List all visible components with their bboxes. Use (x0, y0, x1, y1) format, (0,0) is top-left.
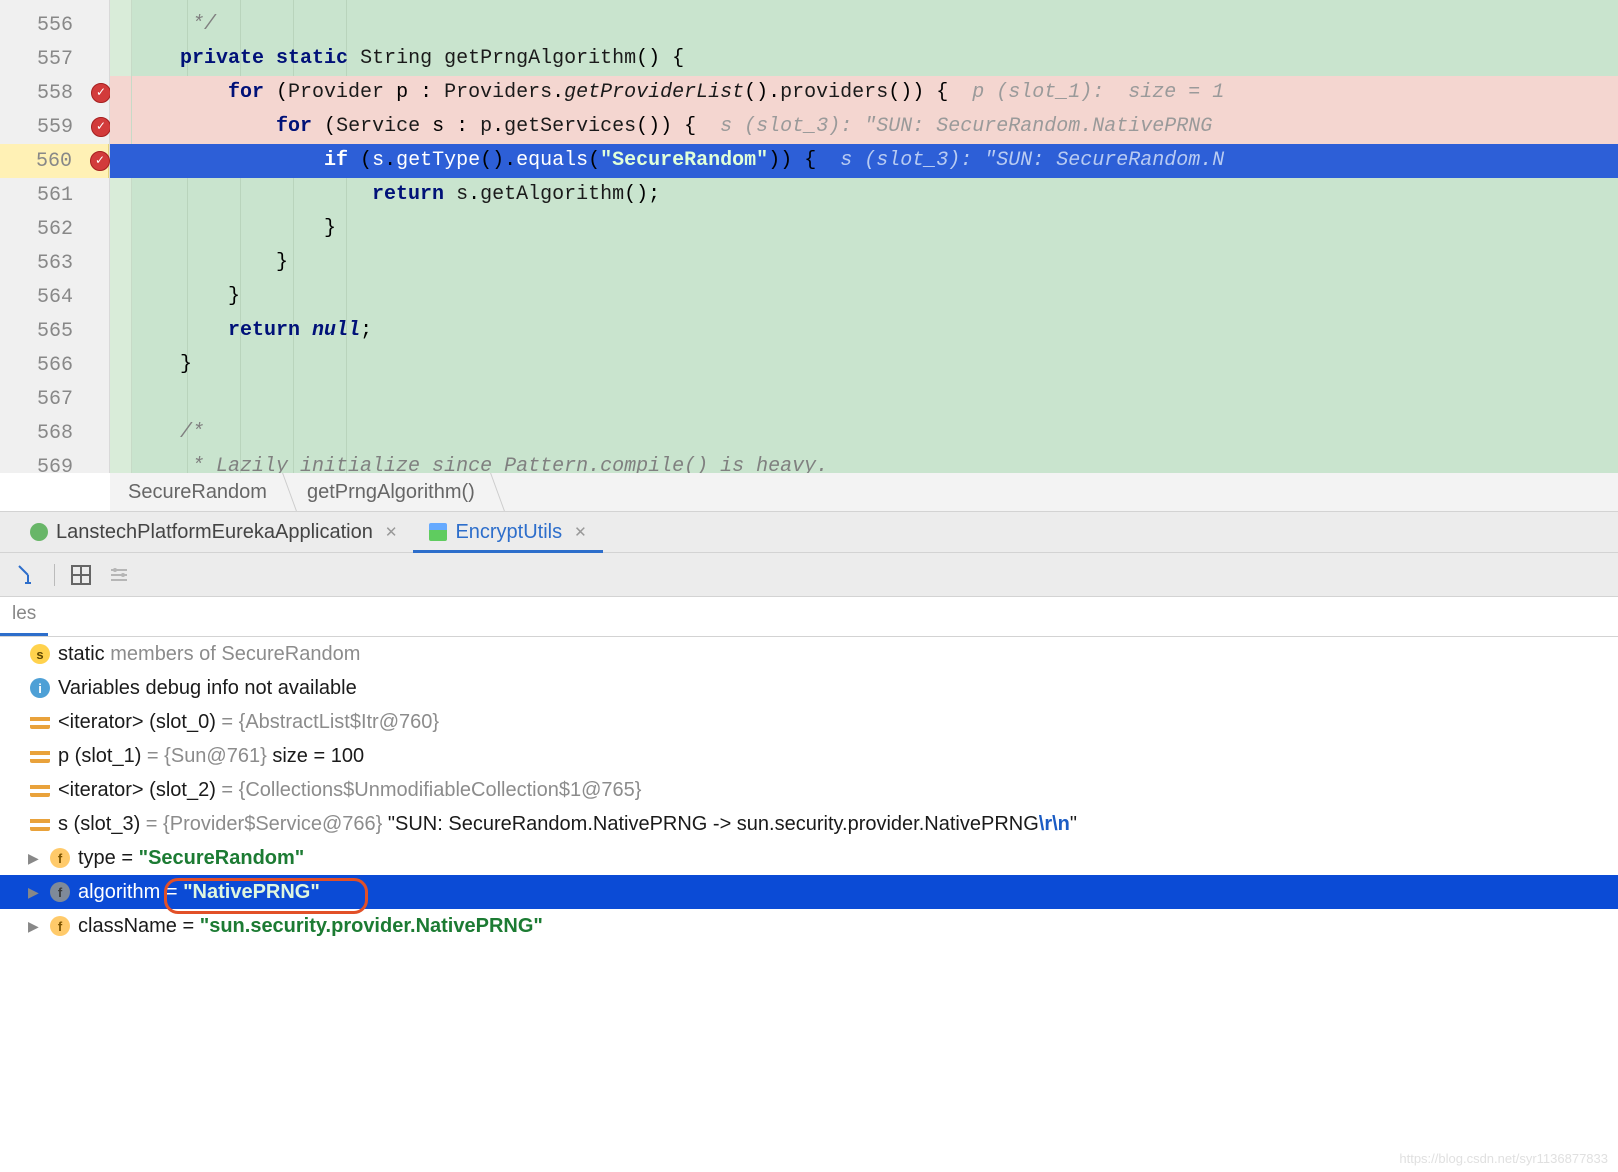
code-line[interactable]: } (132, 348, 1618, 382)
gutter-row[interactable]: 569 (0, 450, 109, 484)
util-icon (429, 523, 447, 541)
breakpoint-icon[interactable] (91, 117, 111, 137)
code-line[interactable]: for (Provider p : Providers.getProviderL… (132, 76, 1618, 110)
collection-icon (30, 715, 50, 729)
tab-variables[interactable]: les (0, 595, 48, 636)
code-editor[interactable]: 5555565575585595605615625635645655665675… (0, 0, 1618, 473)
variables-tabs: les (0, 597, 1618, 637)
code-line[interactable]: return s.getAlgorithm(); (132, 178, 1618, 212)
evaluate-icon[interactable] (16, 563, 40, 587)
variables-panel[interactable]: s static members of SecureRandom i Varia… (0, 637, 1618, 1172)
expand-icon[interactable]: ▶ (28, 884, 42, 901)
expand-icon[interactable]: ▶ (28, 918, 42, 935)
code-line[interactable]: */ (132, 8, 1618, 42)
expand-icon[interactable]: ▶ (28, 850, 42, 867)
var-s[interactable]: s (slot_3) = {Provider$Service@766} "SUN… (0, 807, 1618, 841)
code-line[interactable]: } (132, 246, 1618, 280)
gutter-row[interactable]: 562 (0, 212, 109, 246)
collection-icon (30, 783, 50, 797)
var-classname[interactable]: ▶ f className = "sun.security.provider.N… (0, 909, 1618, 943)
code-line[interactable]: * registered providers supplies a Secure… (132, 0, 1618, 8)
gutter-row[interactable]: 565 (0, 314, 109, 348)
settings-icon[interactable] (107, 563, 131, 587)
close-icon[interactable]: ✕ (385, 523, 398, 541)
gutter-row[interactable]: 558 (0, 76, 109, 110)
var-static[interactable]: s static members of SecureRandom (0, 637, 1618, 671)
gutter-row[interactable]: 557 (0, 42, 109, 76)
close-icon[interactable]: ✕ (574, 523, 587, 541)
tab-label: EncryptUtils (455, 521, 562, 544)
field-icon: f (50, 848, 70, 868)
info-icon: i (30, 678, 50, 698)
var-info: i Variables debug info not available (0, 671, 1618, 705)
collection-icon (30, 817, 50, 831)
gutter-row[interactable]: 555 (0, 0, 109, 8)
gutter-row[interactable]: 556 (0, 8, 109, 42)
watermark: https://blog.csdn.net/syr1136877833 (1399, 1151, 1608, 1166)
breakpoint-icon[interactable] (91, 83, 111, 103)
debug-toolbar (0, 553, 1618, 597)
gutter-row[interactable]: 559 (0, 110, 109, 144)
code-line[interactable] (132, 382, 1618, 416)
crumb-method[interactable]: getPrngAlgorithm() (289, 473, 497, 511)
code-line[interactable]: if (s.getType().equals("SecureRandom")) … (110, 144, 1618, 178)
var-algorithm[interactable]: ▶ f algorithm = "NativePRNG" (0, 875, 1618, 909)
gutter-row[interactable]: 564 (0, 280, 109, 314)
gutter-row[interactable]: 568 (0, 416, 109, 450)
code-column[interactable]: * registered providers supplies a Secure… (132, 0, 1618, 473)
breakpoint-icon[interactable] (90, 151, 110, 171)
tab-eureka[interactable]: LanstechPlatformEurekaApplication ✕ (14, 512, 413, 552)
tab-label: LanstechPlatformEurekaApplication (56, 521, 373, 544)
var-p[interactable]: p (slot_1) = {Sun@761} size = 100 (0, 739, 1618, 773)
tab-encryptutils[interactable]: EncryptUtils ✕ (413, 512, 602, 552)
code-line[interactable]: } (132, 280, 1618, 314)
gutter-row[interactable]: 561 (0, 178, 109, 212)
var-iterator-2[interactable]: <iterator> (slot_2) = {Collections$Unmod… (0, 773, 1618, 807)
field-icon: f (50, 916, 70, 936)
fold-column (110, 0, 132, 473)
code-line[interactable]: return null; (132, 314, 1618, 348)
static-icon: s (30, 644, 50, 664)
gutter-row[interactable]: 563 (0, 246, 109, 280)
gutter-row[interactable]: 566 (0, 348, 109, 382)
code-line[interactable]: } (132, 212, 1618, 246)
code-line[interactable]: private static String getPrngAlgorithm()… (132, 42, 1618, 76)
field-icon: f (50, 882, 70, 902)
gutter-row[interactable]: 560 (0, 144, 109, 178)
boot-app-icon (30, 523, 48, 541)
gutter: 5555565575585595605615625635645655665675… (0, 0, 110, 473)
var-iterator-0[interactable]: <iterator> (slot_0) = {AbstractList$Itr@… (0, 705, 1618, 739)
calculator-icon[interactable] (69, 563, 93, 587)
code-line[interactable]: for (Service s : p.getServices()) { s (s… (132, 110, 1618, 144)
debug-tabstrip: LanstechPlatformEurekaApplication ✕ Encr… (0, 511, 1618, 553)
var-type[interactable]: ▶ f type = "SecureRandom" (0, 841, 1618, 875)
code-line[interactable]: /* (132, 416, 1618, 450)
gutter-row[interactable]: 567 (0, 382, 109, 416)
separator (54, 564, 55, 586)
breadcrumb: SecureRandom getPrngAlgorithm() (110, 473, 1618, 511)
crumb-class[interactable]: SecureRandom (110, 473, 289, 511)
collection-icon (30, 749, 50, 763)
